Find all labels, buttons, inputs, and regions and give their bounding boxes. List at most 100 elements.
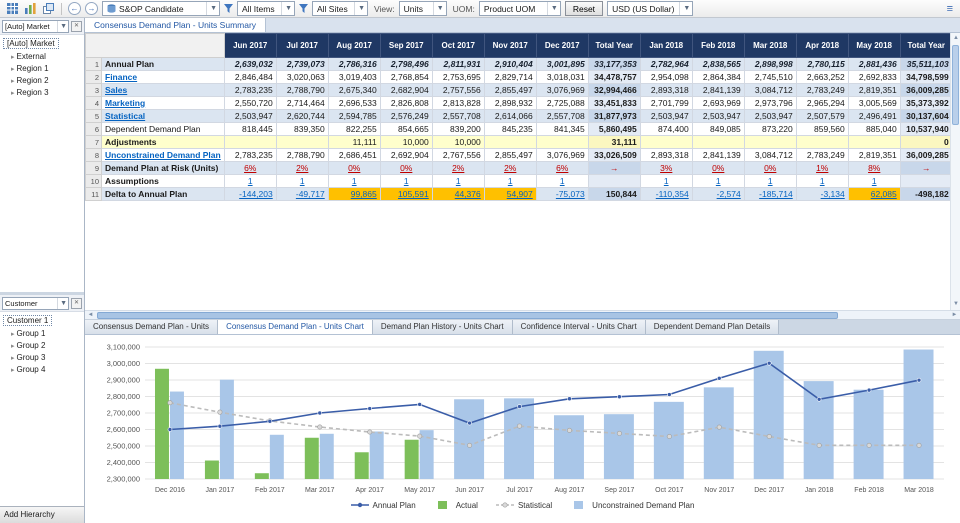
grid-cell[interactable]: -110,354 bbox=[640, 188, 692, 201]
grid-cell: 2,893,318 bbox=[640, 149, 692, 162]
tree-item-group-1[interactable]: ▸Group 1 bbox=[1, 328, 83, 340]
grid-cell[interactable]: 1 bbox=[432, 175, 484, 188]
grid-cell[interactable]: 1 bbox=[224, 175, 276, 188]
row-label[interactable]: Finance bbox=[102, 71, 225, 84]
grid-cell[interactable]: 105,591 bbox=[380, 188, 432, 201]
tree-item-region-1[interactable]: ▸Region 1 bbox=[1, 63, 83, 75]
vertical-scrollbar[interactable]: ▲ ▼ bbox=[950, 33, 960, 310]
grid-cell[interactable]: 2% bbox=[432, 162, 484, 175]
expand-icon[interactable]: ▸ bbox=[11, 355, 15, 362]
app-grid-icon[interactable] bbox=[5, 2, 19, 16]
scroll-up-icon[interactable]: ▲ bbox=[951, 33, 960, 44]
tree-item-group-4[interactable]: ▸Group 4 bbox=[1, 364, 83, 376]
expand-icon[interactable]: ▸ bbox=[11, 331, 15, 338]
close-icon[interactable]: ✕ bbox=[71, 21, 82, 32]
grid-cell[interactable]: 3% bbox=[640, 162, 692, 175]
grid-cell[interactable]: -49,717 bbox=[276, 188, 328, 201]
reset-button[interactable]: Reset bbox=[565, 1, 603, 16]
uom-dropdown[interactable]: Product UOM ▼ bbox=[479, 1, 561, 16]
grid-cell: 34,798,599 bbox=[900, 71, 952, 84]
back-button[interactable]: ← bbox=[68, 2, 81, 15]
tab-confidence-interval-units-chart[interactable]: Confidence Interval - Units Chart bbox=[513, 320, 646, 334]
add-hierarchy-button[interactable]: Add Hierarchy bbox=[0, 506, 84, 523]
app-chart-icon[interactable] bbox=[23, 2, 37, 16]
grid-cell[interactable]: 1 bbox=[640, 175, 692, 188]
expand-icon[interactable]: ▸ bbox=[11, 54, 15, 61]
market-hierarchy-dropdown[interactable]: [Auto] Market ▼ bbox=[2, 20, 69, 33]
tree-item-group-2[interactable]: ▸Group 2 bbox=[1, 340, 83, 352]
tab-consensus-demand-plan-units-summary[interactable]: Consensus Demand Plan - Units Summary bbox=[85, 18, 266, 32]
grid-cell[interactable]: 6% bbox=[224, 162, 276, 175]
grid-cell[interactable]: 8% bbox=[848, 162, 900, 175]
grid-cell: 35,511,103 bbox=[900, 58, 952, 71]
tree-item-group-3[interactable]: ▸Group 3 bbox=[1, 352, 83, 364]
app-layers-icon[interactable] bbox=[41, 2, 55, 16]
vertical-scroll-thumb[interactable] bbox=[952, 45, 959, 125]
grid-cell[interactable]: -2,574 bbox=[692, 188, 744, 201]
tree-item-region-3[interactable]: ▸Region 3 bbox=[1, 87, 83, 99]
grid-cell[interactable]: 2% bbox=[484, 162, 536, 175]
horizontal-scrollbar[interactable]: ◄ ► bbox=[85, 310, 960, 320]
expand-icon[interactable]: ▸ bbox=[11, 90, 15, 97]
grid-cell[interactable]: -75,073 bbox=[536, 188, 588, 201]
legend-item-annual-plan[interactable]: Annual Plan bbox=[351, 501, 416, 510]
grid-cell[interactable]: 62,085 bbox=[848, 188, 900, 201]
grid-cell[interactable]: 1 bbox=[796, 175, 848, 188]
items-filter-dropdown[interactable]: All Items ▼ bbox=[237, 1, 295, 16]
expand-icon[interactable]: ▸ bbox=[11, 78, 15, 85]
tree-root-market[interactable]: [Auto] Market bbox=[3, 38, 59, 49]
tree-root-customer[interactable]: Customer 1 bbox=[3, 315, 52, 326]
grid-cell[interactable]: 0% bbox=[380, 162, 432, 175]
grid-cell[interactable]: 0% bbox=[692, 162, 744, 175]
grid-cell: 2,620,744 bbox=[276, 110, 328, 123]
grid-cell[interactable]: 1 bbox=[380, 175, 432, 188]
currency-dropdown[interactable]: USD (US Dollar) ▼ bbox=[607, 1, 693, 16]
grid-cell[interactable]: 54,907 bbox=[484, 188, 536, 201]
grid-cell[interactable]: 0% bbox=[328, 162, 380, 175]
data-point-annual-plan bbox=[418, 402, 422, 406]
grid-cell[interactable]: 1 bbox=[276, 175, 328, 188]
tree-item-external[interactable]: ▸External bbox=[1, 51, 83, 63]
grid-cell[interactable]: -144,203 bbox=[224, 188, 276, 201]
forward-button[interactable]: → bbox=[85, 2, 98, 15]
legend-item-statistical[interactable]: Statistical bbox=[496, 501, 552, 510]
grid-cell[interactable]: 99,865 bbox=[328, 188, 380, 201]
sites-filter-dropdown[interactable]: All Sites ▼ bbox=[312, 1, 368, 16]
horizontal-scroll-thumb[interactable] bbox=[97, 312, 838, 319]
tab-dependent-demand-plan-details[interactable]: Dependent Demand Plan Details bbox=[646, 320, 780, 334]
hamburger-menu-icon[interactable]: ≡ bbox=[947, 3, 955, 15]
scroll-right-icon[interactable]: ► bbox=[949, 311, 960, 320]
scroll-left-icon[interactable]: ◄ bbox=[85, 311, 96, 320]
grid-cell[interactable]: 1% bbox=[796, 162, 848, 175]
row-label[interactable]: Unconstrained Demand Plan bbox=[102, 149, 225, 162]
tree-item-region-2[interactable]: ▸Region 2 bbox=[1, 75, 83, 87]
grid-cell[interactable]: 0% bbox=[744, 162, 796, 175]
expand-icon[interactable]: ▸ bbox=[11, 367, 15, 374]
customer-hierarchy-dropdown[interactable]: Customer ▼ bbox=[2, 297, 69, 310]
close-icon[interactable]: ✕ bbox=[71, 298, 82, 309]
expand-icon[interactable]: ▸ bbox=[11, 343, 15, 350]
grid-cell[interactable]: -3,134 bbox=[796, 188, 848, 201]
tab-consensus-demand-plan-units-chart[interactable]: Consensus Demand Plan - Units Chart bbox=[218, 320, 373, 334]
row-label[interactable]: Sales bbox=[102, 84, 225, 97]
grid-cell[interactable]: 1 bbox=[328, 175, 380, 188]
tab-consensus-demand-plan-units[interactable]: Consensus Demand Plan - Units bbox=[85, 320, 218, 334]
grid-cell[interactable]: 6% bbox=[536, 162, 588, 175]
tab-demand-plan-history-units-chart[interactable]: Demand Plan History - Units Chart bbox=[373, 320, 513, 334]
row-label[interactable]: Marketing bbox=[102, 97, 225, 110]
grid-cell[interactable]: -185,714 bbox=[744, 188, 796, 201]
grid-cell[interactable]: 1 bbox=[848, 175, 900, 188]
grid-cell[interactable]: 44,376 bbox=[432, 188, 484, 201]
grid-cell[interactable]: 1 bbox=[692, 175, 744, 188]
scenario-dropdown[interactable]: S&OP Candidate ▼ bbox=[102, 1, 220, 16]
grid-cell[interactable]: 1 bbox=[536, 175, 588, 188]
grid-cell[interactable]: 2% bbox=[276, 162, 328, 175]
row-label[interactable]: Statistical bbox=[102, 110, 225, 123]
grid-cell[interactable]: 1 bbox=[744, 175, 796, 188]
legend-item-actual[interactable]: Actual bbox=[434, 501, 478, 510]
grid-cell[interactable]: 1 bbox=[484, 175, 536, 188]
legend-item-unconstrained-demand-plan[interactable]: Unconstrained Demand Plan bbox=[570, 501, 694, 510]
expand-icon[interactable]: ▸ bbox=[11, 66, 15, 73]
scroll-down-icon[interactable]: ▼ bbox=[951, 299, 960, 310]
view-dropdown[interactable]: Units ▼ bbox=[399, 1, 447, 16]
